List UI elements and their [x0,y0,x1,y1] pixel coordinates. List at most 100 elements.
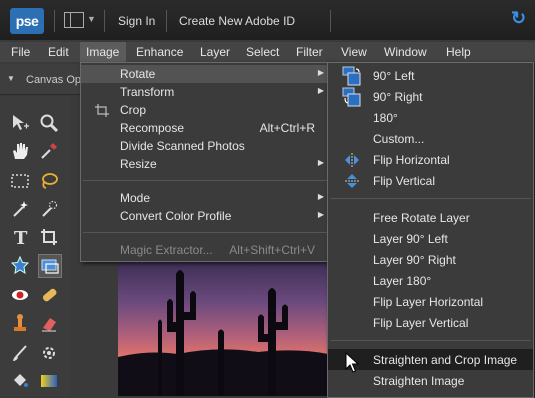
menu-item-label: Rotate [120,67,156,81]
menu-item-rotate-180[interactable]: 180° [328,107,533,128]
menu-item-layer-180[interactable]: Layer 180° [328,270,533,291]
menu-item-flip-vertical[interactable]: Flip Vertical [328,170,533,191]
menu-item-recompose[interactable]: Recompose Alt+Ctrl+R [81,119,329,137]
smart-brush-tool-icon[interactable] [38,342,60,364]
cookie-cutter-tool-icon[interactable] [9,254,31,276]
submenu-arrow-icon: ▶ [317,192,324,201]
hand-tool-icon[interactable] [9,140,31,162]
canvas-image[interactable] [118,262,328,396]
menu-item-free-rotate-layer[interactable]: Free Rotate Layer [328,207,533,228]
menu-item-crop[interactable]: Crop [81,101,329,119]
menu-item-label: Layer 90° Right [373,253,456,267]
paint-bucket-tool-icon[interactable] [9,370,31,392]
flip-horizontal-icon [345,153,359,167]
menu-item-label: Resize [120,157,157,171]
divider [104,10,105,32]
flip-vertical-icon [345,174,359,188]
menu-item-label: Layer 180° [373,274,432,288]
menu-item-label: Transform [120,85,175,99]
menu-item-label: Flip Layer Horizontal [373,295,484,309]
menu-item-label: Layer 90° Left [373,232,448,246]
menu-item-mode[interactable]: Mode ▶ [81,189,329,207]
crop-tool-icon[interactable] [38,226,60,248]
menu-item-label: Straighten and Crop Image [373,353,518,367]
menu-item-rotate-90-right[interactable]: 90° Right [328,86,533,107]
options-label: Canvas Op [26,74,82,86]
menu-window[interactable]: Window [384,45,427,59]
menu-item-flip-horizontal[interactable]: Flip Horizontal [328,149,533,170]
rotate-submenu: 90° Left 90° Right 180° Custom... Flip H… [327,62,534,398]
menu-item-flip-layer-horizontal[interactable]: Flip Layer Horizontal [328,291,533,312]
menu-item-label: Recompose [120,121,185,135]
app-logo: pse [10,8,44,34]
menu-item-resize[interactable]: Resize ▶ [81,155,329,173]
image-menu-dropdown: Rotate ▶ Transform ▶ Crop Recompose Alt+Ctr… [80,62,330,262]
menu-separator [83,180,327,181]
menu-item-rotate[interactable]: Rotate ▶ [81,65,329,83]
healing-brush-tool-icon[interactable] [38,284,60,306]
lasso-tool-icon[interactable] [38,170,60,192]
marquee-tool-icon[interactable] [9,170,31,192]
gradient-tool-icon[interactable] [38,370,60,392]
menu-item-label: Custom... [373,132,425,146]
mouse-cursor-icon [345,352,359,373]
sign-in-link[interactable]: Sign In [118,14,155,28]
menu-separator [83,232,327,233]
eraser-tool-icon[interactable] [38,312,60,334]
menu-item-magic-extractor: Magic Extractor... Alt+Shift+Ctrl+V [81,241,329,259]
divider [166,10,167,32]
menu-item-convert-color-profile[interactable]: Convert Color Profile ▶ [81,207,329,225]
chevron-down-icon[interactable]: ▼ [87,14,96,24]
shortcut-text: Alt+Ctrl+R [259,121,315,135]
straighten-tool-icon[interactable] [38,254,62,278]
tool-preset-caret-icon[interactable]: ▼ [7,74,15,83]
saguaro-silhouette [118,270,328,396]
submenu-arrow-icon: ▶ [317,158,324,167]
create-adobe-id-link[interactable]: Create New Adobe ID [179,14,295,28]
menu-enhance[interactable]: Enhance [136,45,183,59]
menu-item-label: Convert Color Profile [120,209,232,223]
menu-item-rotate-90-left[interactable]: 90° Left [328,65,533,86]
menu-item-layer-90-left[interactable]: Layer 90° Left [328,228,533,249]
menu-item-flip-layer-vertical[interactable]: Flip Layer Vertical [328,312,533,333]
menu-item-label: Crop [120,103,147,117]
divider [54,10,55,32]
type-tool-icon[interactable]: T [9,226,31,248]
submenu-arrow-icon: ▶ [317,68,324,77]
refresh-icon[interactable]: ↻ [511,8,526,29]
svg-text:T: T [14,228,28,247]
clone-stamp-tool-icon[interactable] [9,312,31,334]
menu-file[interactable]: File [11,45,30,59]
crop-icon [95,104,109,117]
menu-filter[interactable]: Filter [296,45,323,59]
menu-layer[interactable]: Layer [200,45,230,59]
menu-item-label: Magic Extractor... [120,243,213,257]
menu-item-label: 180° [373,111,398,125]
magic-wand-tool-icon[interactable] [9,198,31,220]
rotate-left-icon [342,66,361,86]
menu-item-label: Flip Horizontal [373,153,450,167]
zoom-tool-icon[interactable] [38,112,60,134]
menu-item-transform[interactable]: Transform ▶ [81,83,329,101]
toolbox: T [0,96,70,396]
menu-select[interactable]: Select [246,45,279,59]
menu-item-rotate-custom[interactable]: Custom... [328,128,533,149]
menu-item-label: 90° Right [373,90,423,104]
red-eye-tool-icon[interactable] [9,284,31,306]
menu-view[interactable]: View [341,45,367,59]
brush-tool-icon[interactable] [9,342,31,364]
rotate-right-icon [342,87,361,107]
menu-separator [330,340,531,341]
eyedropper-tool-icon[interactable] [38,140,60,162]
workspace-layout-icon[interactable] [64,12,84,28]
menu-item-divide-scanned-photos[interactable]: Divide Scanned Photos [81,137,329,155]
menu-help[interactable]: Help [446,45,471,59]
move-tool-icon[interactable] [9,112,31,134]
menu-item-label: Free Rotate Layer [373,211,470,225]
quick-selection-tool-icon[interactable] [38,198,60,220]
shortcut-text: Alt+Shift+Ctrl+V [229,243,315,257]
menu-edit[interactable]: Edit [48,45,69,59]
menu-item-layer-90-right[interactable]: Layer 90° Right [328,249,533,270]
divider [330,10,331,32]
menu-image[interactable]: Image [86,45,119,59]
